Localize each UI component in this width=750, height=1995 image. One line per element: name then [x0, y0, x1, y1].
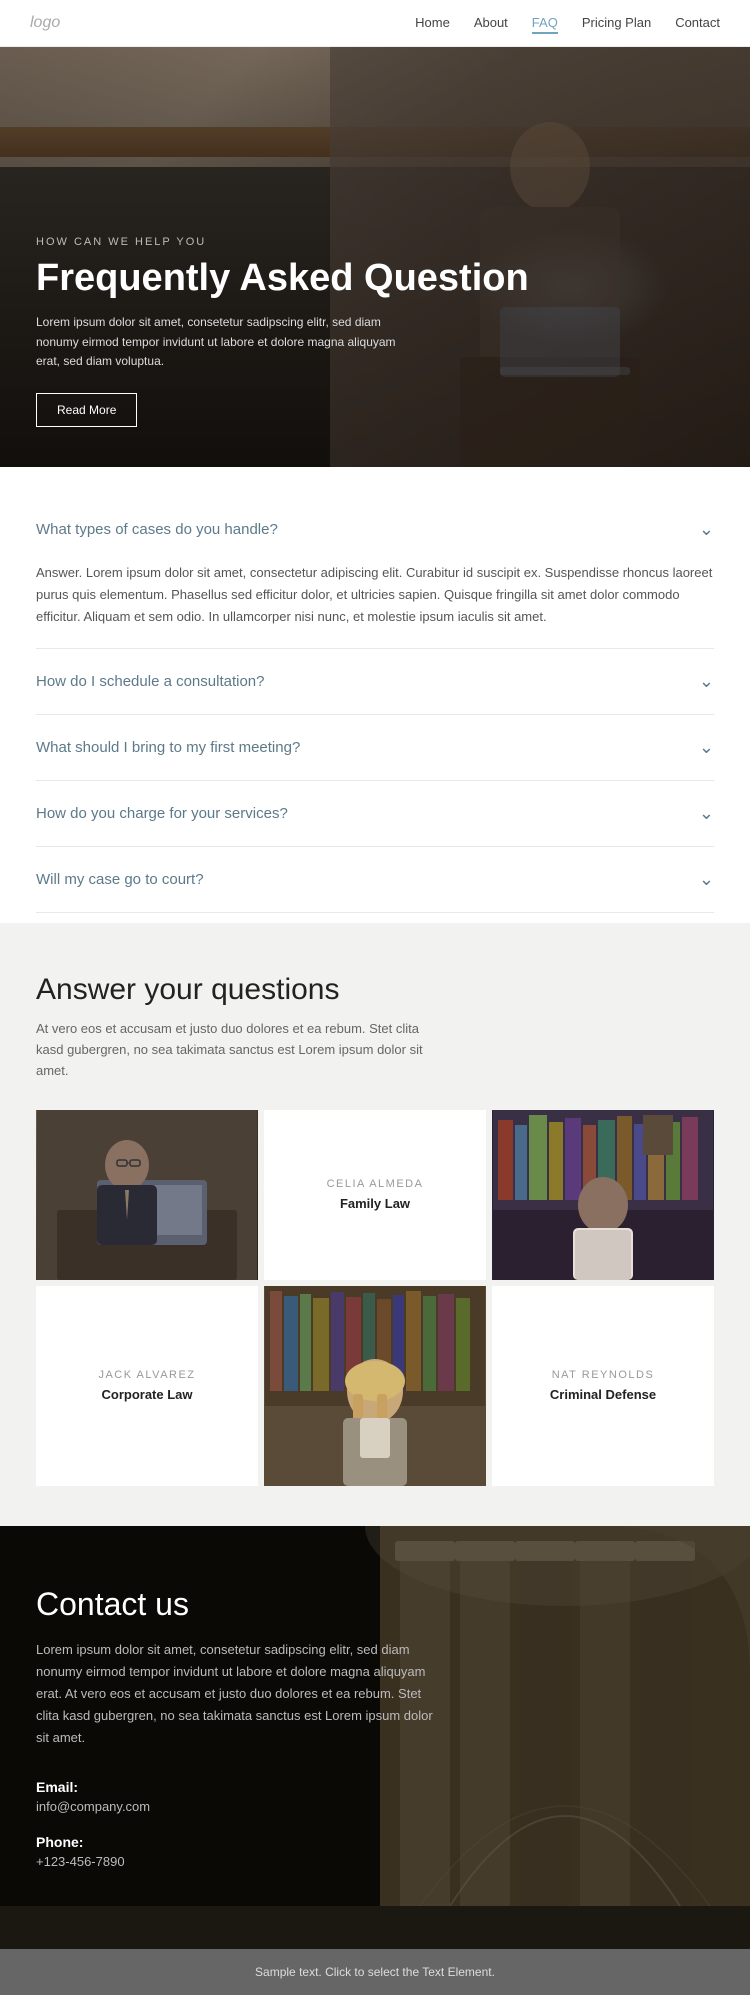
team-section: Answer your questions At vero eos et acc…	[0, 923, 750, 1525]
team-name-celia: CELIA ALMEDA	[327, 1178, 424, 1190]
faq-chevron-1: ⌄	[699, 519, 714, 540]
hero-section: HOW CAN WE HELP YOU Frequently Asked Que…	[0, 47, 750, 467]
faq-chevron-5: ⌄	[699, 869, 714, 890]
nav-contact[interactable]: Contact	[675, 15, 720, 30]
nav-faq[interactable]: FAQ	[532, 15, 558, 34]
navbar: logo Home About FAQ Pricing Plan Contact	[0, 0, 750, 47]
contact-email-value: info@company.com	[36, 1799, 436, 1814]
contact-title: Contact us	[36, 1586, 436, 1623]
team-name-nat: NAT REYNOLDS	[552, 1369, 655, 1381]
faq-item-1: What types of cases do you handle? ⌄ Ans…	[36, 497, 714, 649]
faq-question-3[interactable]: What should I bring to my first meeting?…	[36, 715, 714, 780]
faq-item-3: What should I bring to my first meeting?…	[36, 715, 714, 781]
footer: Sample text. Click to select the Text El…	[0, 1949, 750, 1995]
faq-section: What types of cases do you handle? ⌄ Ans…	[0, 467, 750, 923]
contact-section: Contact us Lorem ipsum dolor sit amet, c…	[0, 1526, 750, 1949]
team-card-nat: NAT REYNOLDS Criminal Defense	[492, 1286, 714, 1486]
team-section-desc: At vero eos et accusam et justo duo dolo…	[36, 1019, 436, 1081]
faq-question-text-1: What types of cases do you handle?	[36, 521, 278, 538]
faq-question-text-4: How do you charge for your services?	[36, 805, 288, 822]
faq-chevron-3: ⌄	[699, 737, 714, 758]
team-photo-man	[36, 1110, 258, 1280]
contact-phone-value: +123-456-7890	[36, 1854, 436, 1869]
hero-title: Frequently Asked Question	[36, 258, 529, 300]
team-role-celia: Family Law	[340, 1196, 410, 1211]
hero-description: Lorem ipsum dolor sit amet, consetetur s…	[36, 313, 396, 371]
contact-phone-label: Phone:	[36, 1834, 436, 1850]
team-card-woman1	[492, 1110, 714, 1280]
faq-question-1[interactable]: What types of cases do you handle? ⌄	[36, 497, 714, 562]
faq-question-2[interactable]: How do I schedule a consultation? ⌄	[36, 649, 714, 714]
faq-answer-1: Answer. Lorem ipsum dolor sit amet, cons…	[36, 562, 714, 648]
faq-chevron-4: ⌄	[699, 803, 714, 824]
contact-description: Lorem ipsum dolor sit amet, consetetur s…	[36, 1639, 436, 1749]
team-photo-woman1	[492, 1110, 714, 1280]
faq-chevron-2: ⌄	[699, 671, 714, 692]
hero-content: HOW CAN WE HELP YOU Frequently Asked Que…	[36, 236, 529, 427]
team-role-nat: Criminal Defense	[550, 1387, 656, 1402]
team-card-man	[36, 1110, 258, 1280]
logo: logo	[30, 14, 60, 32]
contact-email-label: Email:	[36, 1779, 436, 1795]
team-photo-woman2	[264, 1286, 486, 1486]
team-role-jack: Corporate Law	[101, 1387, 192, 1402]
faq-question-5[interactable]: Will my case go to court? ⌄	[36, 847, 714, 912]
footer-text: Sample text. Click to select the Text El…	[255, 1965, 495, 1979]
team-card-celia: CELIA ALMEDA Family Law	[264, 1110, 486, 1280]
nav-home[interactable]: Home	[415, 15, 450, 30]
contact-content: Contact us Lorem ipsum dolor sit amet, c…	[36, 1586, 436, 1869]
faq-question-text-5: Will my case go to court?	[36, 871, 204, 888]
faq-item-2: How do I schedule a consultation? ⌄	[36, 649, 714, 715]
hero-read-more-button[interactable]: Read More	[36, 393, 137, 427]
team-grid-row1: CELIA ALMEDA Family Law	[36, 1110, 714, 1280]
nav-about[interactable]: About	[474, 15, 508, 30]
faq-question-text-3: What should I bring to my first meeting?	[36, 739, 300, 756]
team-section-title: Answer your questions	[36, 973, 714, 1007]
nav-pricing[interactable]: Pricing Plan	[582, 15, 651, 30]
team-card-woman2	[264, 1286, 486, 1486]
team-grid-row2: JACK ALVAREZ Corporate Law	[36, 1286, 714, 1486]
hero-tagline: HOW CAN WE HELP YOU	[36, 236, 529, 248]
team-name-jack: JACK ALVAREZ	[98, 1369, 195, 1381]
faq-question-text-2: How do I schedule a consultation?	[36, 673, 264, 690]
team-card-jack: JACK ALVAREZ Corporate Law	[36, 1286, 258, 1486]
nav-links: Home About FAQ Pricing Plan Contact	[415, 14, 720, 32]
faq-item-5: Will my case go to court? ⌄	[36, 847, 714, 913]
faq-item-4: How do you charge for your services? ⌄	[36, 781, 714, 847]
faq-question-4[interactable]: How do you charge for your services? ⌄	[36, 781, 714, 846]
